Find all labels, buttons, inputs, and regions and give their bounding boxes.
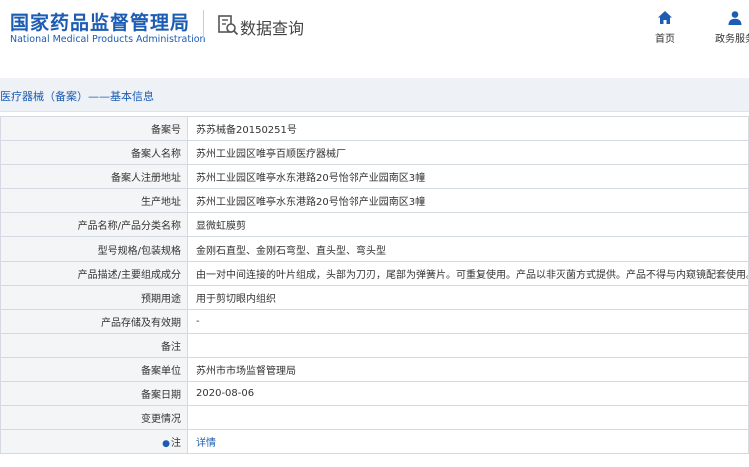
record-info-table: 备案号 苏苏械备20150251号 备案人名称 苏州工业园区唯亭百顺医疗器械厂 … [0,115,749,455]
row-label: 产品存储及有效期 [0,308,188,334]
row-label: 产品描述/主要组成成分 [0,260,188,286]
home-icon [658,11,672,24]
site-logo-subtitle: National Medical Products Administration [10,34,206,45]
row-value: 2020-08-06 [187,381,749,407]
table-row: 生产地址 苏州工业园区唯亭水东港路20号怡邻产业园南区3幢 [0,188,749,214]
table-row: 备案日期 2020-08-06 [0,381,749,407]
details-link[interactable]: 详情 [196,438,216,449]
row-value: 金刚石直型、金刚石弯型、直头型、弯头型 [187,236,749,262]
note-label: 注 [171,438,181,450]
site-logo-title[interactable]: 国家药品监督管理局 [10,8,190,35]
table-row: 型号规格/包装规格 金刚石直型、金刚石弯型、直头型、弯头型 [0,236,749,262]
table-row: 产品名称/产品分类名称 显微虹膜剪 [0,212,749,238]
table-row: 产品存储及有效期 - [0,308,749,334]
row-label: 备案号 [0,115,188,142]
site-header: 国家药品监督管理局 National Medical Products Admi… [0,0,749,62]
table-row: 备案单位 苏州市市场监督管理局 [0,356,749,383]
user-icon [728,11,742,25]
nav-home[interactable]: 首页 [635,10,695,45]
table-row: ●注 详情 [0,429,749,455]
row-label: 变更情况 [0,405,188,431]
row-label: 产品名称/产品分类名称 [0,212,188,238]
pin-icon: ● [162,439,170,450]
row-value: 详情 [187,429,749,455]
row-value: 苏州工业园区唯亭水东港路20号怡邻产业园南区3幢 [187,188,749,214]
header-divider [203,10,204,42]
row-value: 苏州市市场监督管理局 [187,356,749,383]
data-query-title: 数据查询 [240,19,305,38]
row-label: 备注 [0,332,188,358]
row-label-note: ●注 [0,429,188,455]
table-row: 备注 [0,332,749,358]
row-value: 苏苏械备20150251号 [187,115,749,142]
row-value: 苏州工业园区唯亭水东港路20号怡邻产业园南区3幢 [187,164,749,190]
nav-home-label: 首页 [655,34,675,45]
row-value: 苏州工业园区唯亭百顺医疗器械厂 [187,140,749,166]
table-row: 预期用途 用于剪切眼内组织 [0,284,749,310]
table-row: 产品描述/主要组成成分 由一对中间连接的叶片组成，头部为刀刃，尾部为弹簧片。可重… [0,260,749,286]
table-row: 备案人注册地址 苏州工业园区唯亭水东港路20号怡邻产业园南区3幢 [0,164,749,190]
nav-gov-label: 政务服务 [715,34,749,45]
row-label: 生产地址 [0,188,188,214]
row-label: 型号规格/包装规格 [0,236,188,262]
row-label: 备案日期 [0,381,188,407]
table-row: 备案人名称 苏州工业园区唯亭百顺医疗器械厂 [0,140,749,166]
title-bar: 医疗器械（备案）——基本信息 [0,78,749,112]
row-value [187,332,749,358]
row-value [187,405,749,431]
row-label: 预期用途 [0,284,188,310]
breadcrumb: 医疗器械（备案）——基本信息 [0,90,154,103]
table-row: 变更情况 [0,405,749,431]
row-label: 备案人名称 [0,140,188,166]
row-value: 显微虹膜剪 [187,212,749,238]
row-value: - [187,308,749,334]
row-label: 备案单位 [0,356,188,383]
row-label: 备案人注册地址 [0,164,188,190]
row-value: 用于剪切眼内组织 [187,284,749,310]
data-query-icon [218,15,239,36]
table-row: 备案号 苏苏械备20150251号 [0,115,749,142]
nav-gov-services[interactable]: 政务服务 [705,10,749,45]
row-value: 由一对中间连接的叶片组成，头部为刀刃，尾部为弹簧片。可重复使用。产品以非灭菌方式… [187,260,749,286]
header-gap [0,62,749,78]
